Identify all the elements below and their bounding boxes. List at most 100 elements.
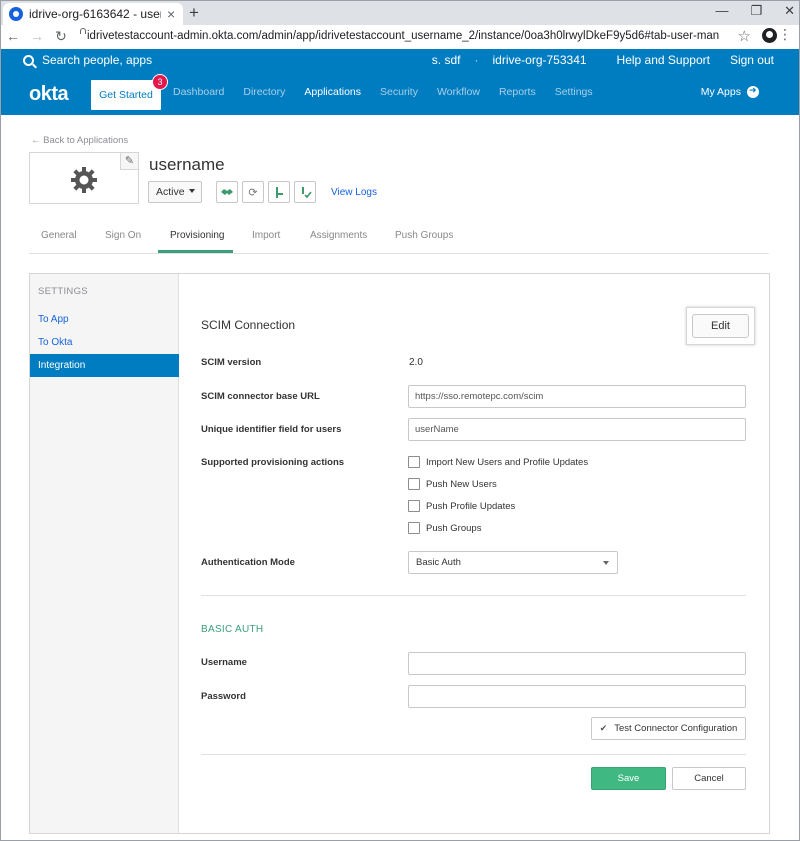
back-to-applications-link[interactable]: ← Back to Applications bbox=[31, 135, 128, 146]
back-arrow-icon[interactable]: ← bbox=[1, 28, 25, 44]
provisioning-panel: SETTINGS To App To Okta Integration bbox=[29, 273, 770, 834]
get-started-button[interactable]: Get Started bbox=[91, 80, 161, 110]
settings-sidebar: SETTINGS To App To Okta Integration bbox=[30, 274, 179, 833]
okta-logo[interactable]: okta bbox=[29, 83, 69, 106]
nav-applications[interactable]: Applications bbox=[304, 86, 361, 98]
save-button[interactable]: Save bbox=[591, 767, 666, 790]
checkbox-label: Import New Users and Profile Updates bbox=[426, 456, 589, 468]
browser-tab[interactable]: idrive-org-6163642 - userNam × bbox=[3, 3, 183, 25]
refresh-icon-button[interactable]: ⟳ bbox=[242, 181, 264, 203]
new-tab-icon[interactable]: + bbox=[189, 3, 199, 23]
org-name: idrive-org-753341 bbox=[492, 53, 587, 67]
tab-push-groups[interactable]: Push Groups bbox=[395, 230, 453, 241]
checkbox[interactable] bbox=[408, 522, 420, 534]
forward-arrow-icon[interactable]: → bbox=[25, 28, 49, 44]
scim-section-title: SCIM Connection bbox=[201, 318, 296, 332]
tab-general[interactable]: General bbox=[41, 230, 77, 241]
notification-badge: 3 bbox=[152, 74, 168, 90]
test-connector-button[interactable]: ✔ Test Connector Configuration bbox=[591, 717, 746, 740]
sign-out-link[interactable]: Sign out bbox=[730, 53, 774, 67]
checkbox-push-profile-updates[interactable]: Push Profile Updates bbox=[408, 500, 515, 512]
base-url-label: SCIM connector base URL bbox=[201, 391, 320, 402]
chevron-down-icon bbox=[189, 189, 195, 193]
edit-logo-pencil-icon[interactable]: ✎ bbox=[120, 152, 139, 170]
window-controls: — ❐ ✕ bbox=[715, 3, 795, 19]
password-field[interactable] bbox=[408, 685, 746, 708]
app-title: username bbox=[149, 155, 225, 174]
tab-provisioning[interactable]: Provisioning bbox=[170, 230, 224, 241]
auth-mode-label: Authentication Mode bbox=[201, 557, 295, 568]
settings-heading: SETTINGS bbox=[38, 286, 88, 297]
status-value: Active bbox=[156, 186, 185, 198]
tab-close-icon[interactable]: × bbox=[167, 6, 175, 22]
tab-assignments[interactable]: Assignments bbox=[310, 230, 367, 241]
auth-mode-value: Basic Auth bbox=[416, 557, 461, 568]
global-search[interactable] bbox=[23, 53, 182, 67]
provisioning-actions-label: Supported provisioning actions bbox=[201, 457, 345, 468]
actions-divider bbox=[201, 754, 746, 755]
view-logs-link[interactable]: View Logs bbox=[331, 187, 377, 198]
tab-import[interactable]: Import bbox=[252, 230, 280, 241]
checkbox[interactable] bbox=[408, 456, 420, 468]
nav-dashboard[interactable]: Dashboard bbox=[173, 86, 224, 98]
bookmark-star-icon[interactable]: ☆ bbox=[738, 27, 751, 45]
gear-icon bbox=[71, 167, 97, 193]
unique-id-label: Unique identifier field for users bbox=[201, 424, 342, 435]
sidebar-item-to-okta[interactable]: To Okta bbox=[30, 331, 179, 354]
okta-favicon-icon bbox=[9, 7, 23, 21]
scim-version-value: 2.0 bbox=[409, 357, 423, 368]
section-divider bbox=[201, 595, 746, 596]
profile-avatar-icon[interactable] bbox=[762, 28, 777, 43]
unique-id-field[interactable] bbox=[408, 418, 746, 441]
user-name[interactable]: s. sdf bbox=[432, 53, 461, 67]
reload-icon[interactable]: ↻ bbox=[49, 28, 73, 45]
okta-top-bar: s. sdf · idrive-org-753341 Help and Supp… bbox=[1, 49, 799, 71]
address-bar: ← → ↻ idrivetestaccount-admin.okta.com/a… bbox=[1, 25, 799, 47]
search-input[interactable] bbox=[42, 53, 182, 67]
username-label: Username bbox=[201, 657, 247, 668]
minimize-icon[interactable]: — bbox=[715, 3, 728, 19]
my-apps-link[interactable]: My Apps bbox=[700, 85, 759, 98]
base-url-field[interactable] bbox=[408, 385, 746, 408]
nav-security[interactable]: Security bbox=[380, 86, 418, 98]
nav-directory[interactable]: Directory bbox=[243, 86, 285, 98]
checkbox-label: Push New Users bbox=[426, 478, 497, 490]
url-field[interactable]: idrivetestaccount-admin.okta.com/admin/a… bbox=[79, 26, 719, 46]
user-check-icon-button[interactable] bbox=[294, 181, 316, 203]
browser-menu-icon[interactable]: ⋮ bbox=[778, 26, 792, 43]
checkbox-push-groups[interactable]: Push Groups bbox=[408, 522, 481, 534]
check-icon: ✔ bbox=[599, 723, 608, 733]
checkbox[interactable] bbox=[408, 500, 420, 512]
app-tabs: General Sign On Provisioning Import Assi… bbox=[29, 221, 769, 254]
tab-sign-on[interactable]: Sign On bbox=[105, 230, 141, 241]
test-connector-label: Test Connector Configuration bbox=[614, 723, 738, 734]
nav-workflow[interactable]: Workflow bbox=[437, 86, 480, 98]
nav-reports[interactable]: Reports bbox=[499, 86, 536, 98]
sidebar-item-integration[interactable]: Integration bbox=[30, 354, 179, 377]
user-arrow-icon bbox=[276, 186, 283, 198]
cancel-button[interactable]: Cancel bbox=[672, 767, 746, 790]
password-label: Password bbox=[201, 691, 246, 702]
handshake-icon-button[interactable] bbox=[216, 181, 238, 203]
separator-dot: · bbox=[474, 53, 479, 67]
url-text: idrivetestaccount-admin.okta.com/admin/a… bbox=[87, 30, 719, 42]
checkbox-import-new-users[interactable]: Import New Users and Profile Updates bbox=[408, 456, 588, 468]
sidebar-item-to-app[interactable]: To App bbox=[30, 308, 179, 331]
edit-button[interactable]: Edit bbox=[692, 314, 749, 338]
checkbox-push-new-users[interactable]: Push New Users bbox=[408, 478, 497, 490]
auth-mode-dropdown[interactable]: Basic Auth bbox=[408, 551, 618, 574]
app-status-dropdown[interactable]: Active bbox=[148, 181, 202, 203]
nav-links: Dashboard Directory Applications Securit… bbox=[173, 86, 612, 98]
restore-icon[interactable]: ❐ bbox=[750, 3, 762, 19]
browser-window: idrive-org-6163642 - userNam × + — ❐ ✕ ←… bbox=[0, 0, 800, 841]
username-field[interactable] bbox=[408, 652, 746, 675]
checkbox[interactable] bbox=[408, 478, 420, 490]
help-support-link[interactable]: Help and Support bbox=[617, 53, 710, 67]
active-tab-underline bbox=[158, 250, 233, 253]
handshake-icon bbox=[221, 189, 233, 195]
nav-settings[interactable]: Settings bbox=[555, 86, 593, 98]
close-window-icon[interactable]: ✕ bbox=[784, 3, 795, 19]
assign-user-icon-button[interactable] bbox=[268, 181, 290, 203]
edit-button-frame: Edit bbox=[686, 307, 755, 345]
my-apps-label: My Apps bbox=[700, 86, 741, 98]
